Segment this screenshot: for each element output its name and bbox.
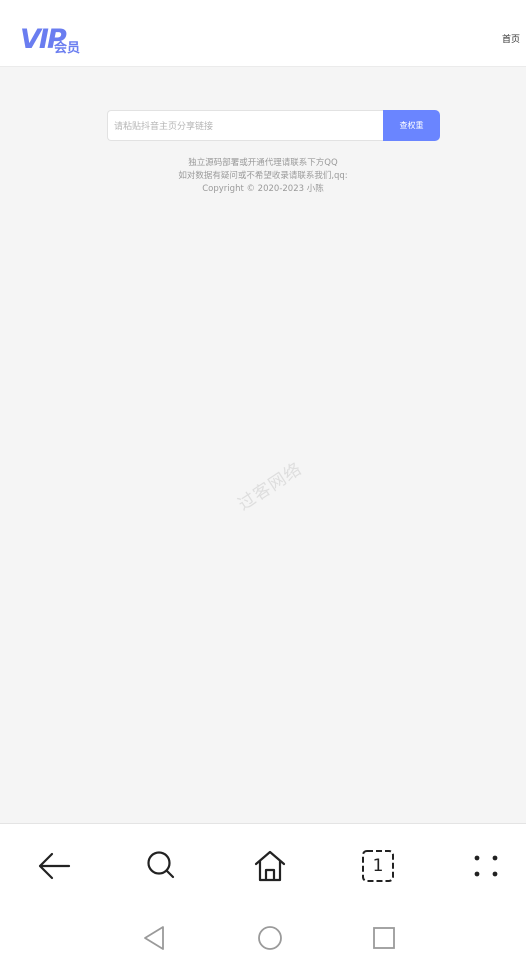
info-line-deploy: 独立源码部署或开通代理请联系下方QQ bbox=[188, 158, 338, 168]
search-form: 查权重 bbox=[107, 110, 440, 141]
share-link-input[interactable] bbox=[107, 110, 390, 141]
tabs-count: 1 bbox=[372, 856, 384, 876]
back-icon bbox=[38, 852, 71, 880]
info-block: 独立源码部署或开通代理请联系下方QQ 如对数据有疑问或不希望收录请联系我们,qq… bbox=[0, 157, 526, 196]
search-icon bbox=[147, 851, 175, 879]
browser-menu-button[interactable] bbox=[460, 844, 512, 888]
browser-tabs-button[interactable]: 1 bbox=[352, 844, 404, 888]
browser-home-button[interactable] bbox=[244, 844, 296, 888]
vip-logo-graphic: VIP 会员 bbox=[20, 24, 80, 56]
home-circle-icon bbox=[258, 926, 282, 950]
info-line-contact: 如对数据有疑问或不希望收录请联系我们,qq: bbox=[178, 171, 348, 181]
vip-logo[interactable]: VIP 会员 bbox=[20, 22, 86, 56]
svg-text:会员: 会员 bbox=[54, 40, 80, 56]
nav-home-link[interactable]: 首页 bbox=[502, 32, 520, 45]
system-recents-button[interactable] bbox=[364, 920, 404, 956]
copyright-text: Copyright © 2020-2023 小陈 bbox=[202, 184, 324, 194]
home-icon bbox=[254, 850, 286, 882]
browser-back-button[interactable] bbox=[28, 844, 80, 888]
system-back-button[interactable] bbox=[134, 920, 174, 956]
watermark-text: 过客网络 bbox=[234, 458, 307, 515]
menu-icon bbox=[474, 855, 498, 877]
browser-search-button[interactable] bbox=[136, 844, 188, 888]
back-triangle-icon bbox=[144, 926, 164, 950]
check-weight-button[interactable]: 查权重 bbox=[383, 110, 440, 141]
browser-toolbar: 1 bbox=[0, 823, 526, 971]
system-home-button[interactable] bbox=[250, 920, 290, 956]
site-header: VIP 会员 首页 bbox=[0, 0, 526, 67]
recents-square-icon bbox=[373, 927, 395, 949]
